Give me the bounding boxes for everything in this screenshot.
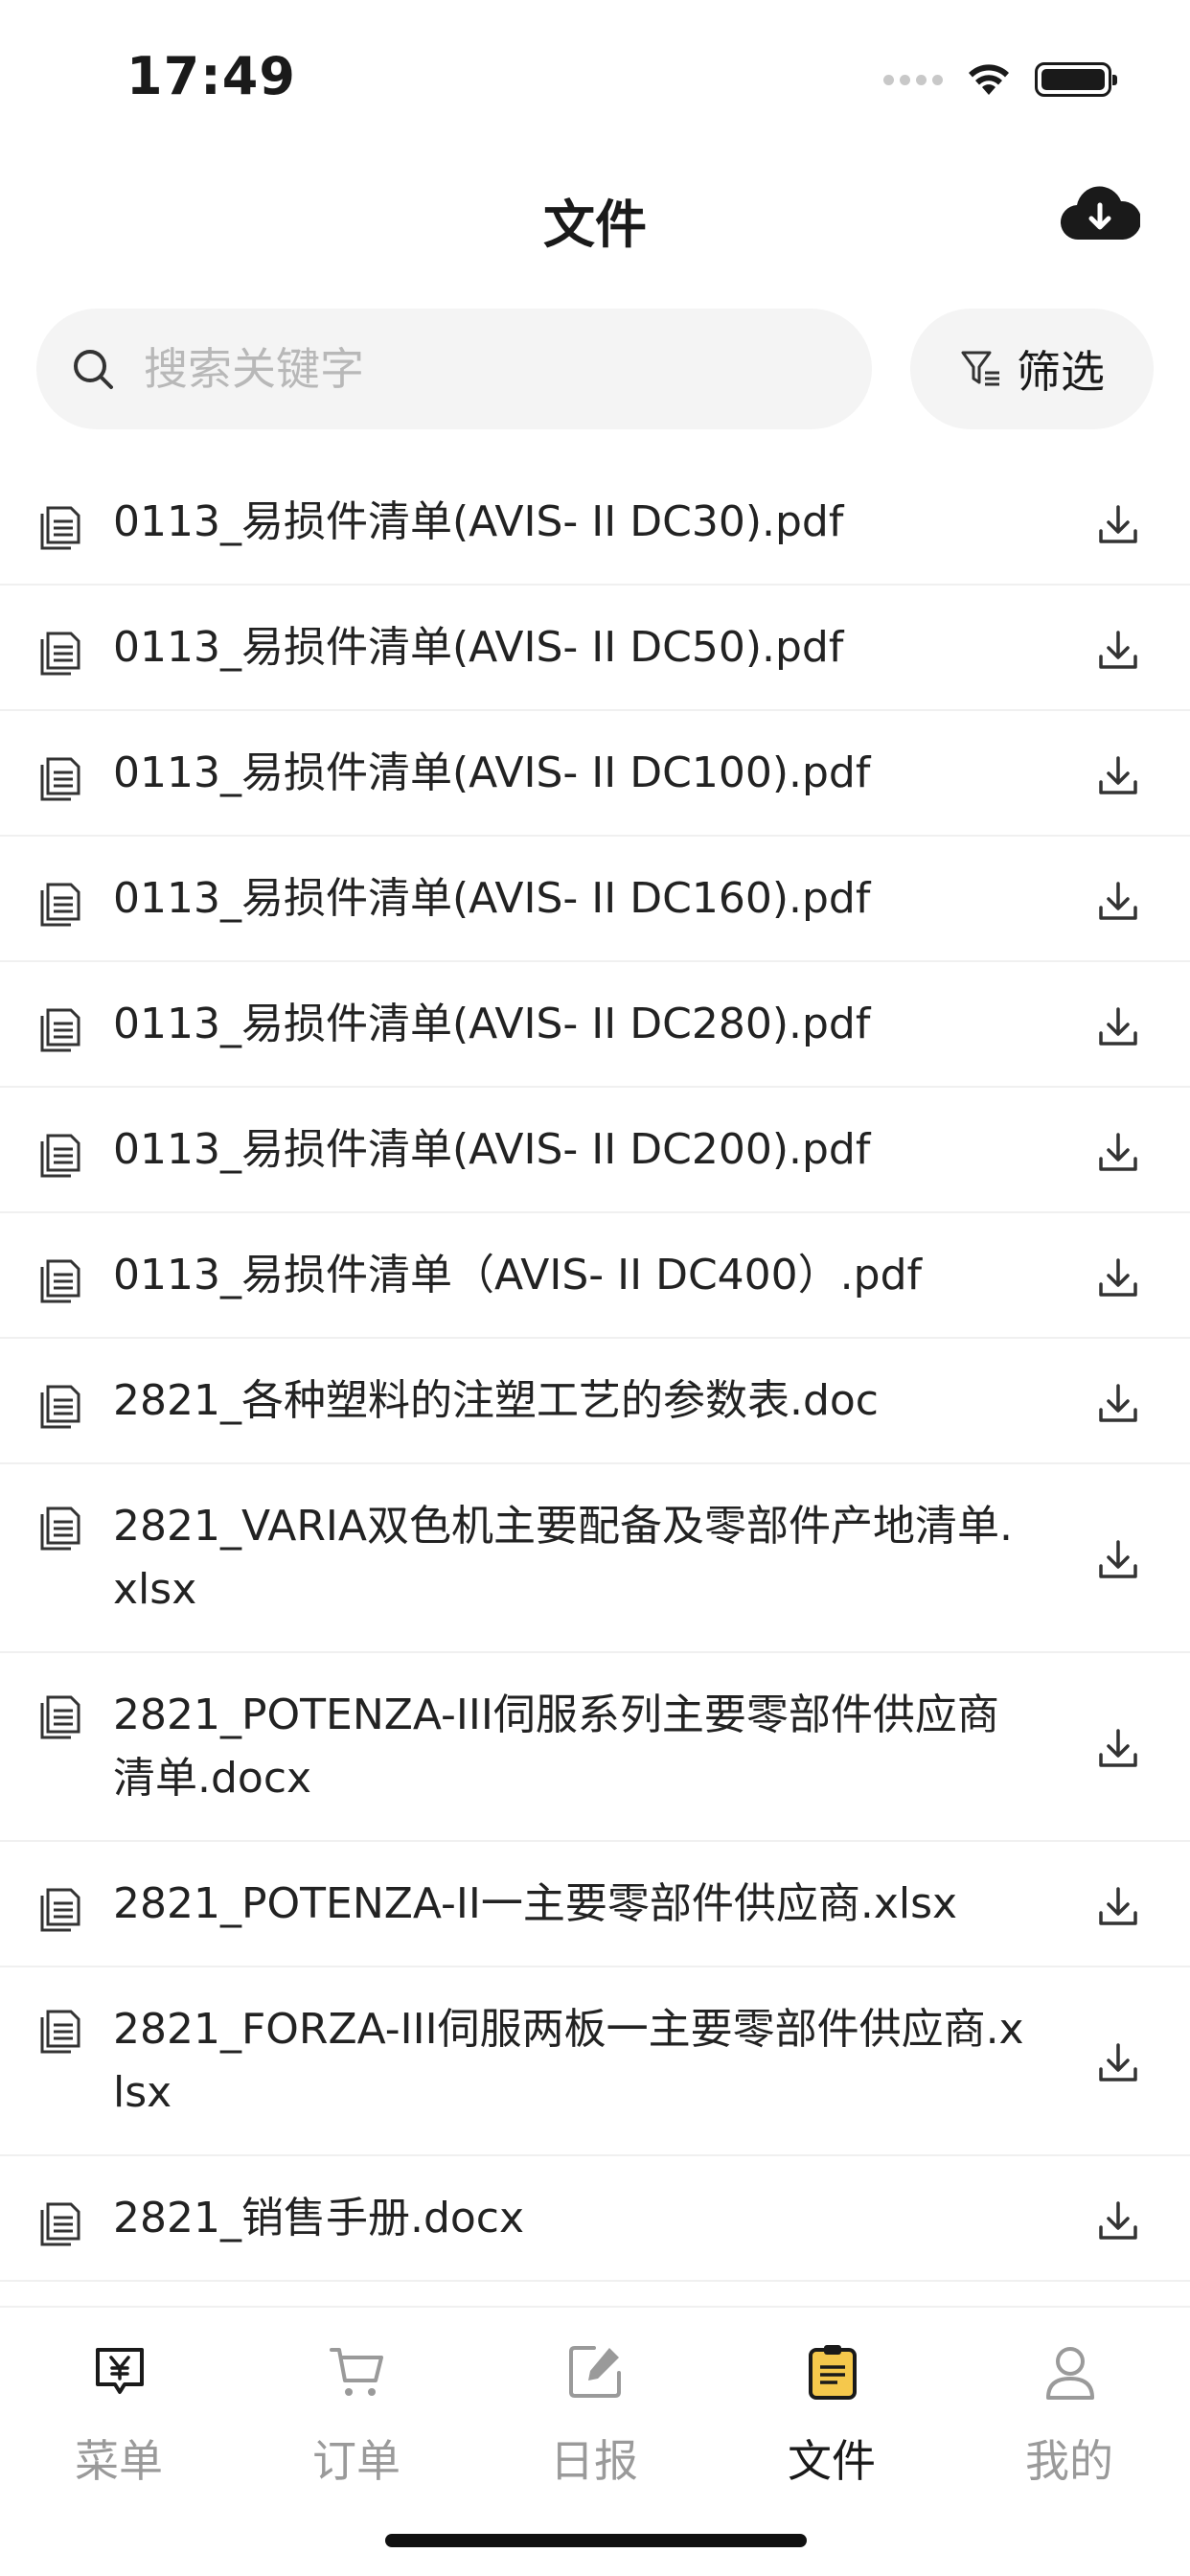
tab-menu[interactable]: 菜单: [0, 2327, 238, 2499]
download-icon[interactable]: [1096, 879, 1140, 923]
file-name: 2821_POTENZA-II一主要零部件供应商.xlsx: [113, 1879, 958, 1928]
document-icon: [40, 1888, 80, 1932]
app-screen: 17:49 文件 搜索关键字 筛选 0113_易损件清单(AVIS- II DC…: [0, 0, 1190, 2576]
file-row[interactable]: 0113_易损件清单(AVIS- II DC30).pdf: [0, 460, 1190, 586]
file-row[interactable]: 0113_易损件清单(AVIS- II DC200).pdf: [0, 1088, 1190, 1213]
search-icon: [74, 350, 113, 389]
file-name: 2821_FORZA-III伺服两板一主要零部件供应商.xlsx: [113, 2005, 1024, 2117]
file-list: 0113_易损件清单(AVIS- II DC30).pdf 0113_易损件清单…: [0, 460, 1190, 2282]
status-time: 17:49: [126, 46, 296, 106]
file-row[interactable]: 0113_易损件清单(AVIS- II DC280).pdf: [0, 962, 1190, 1088]
search-box[interactable]: [36, 309, 872, 429]
file-name: 0113_易损件清单(AVIS- II DC160).pdf: [113, 874, 871, 923]
document-icon: [40, 1385, 80, 1429]
file-name: 0113_易损件清单(AVIS- II DC50).pdf: [113, 623, 844, 672]
document-icon: [40, 632, 80, 676]
download-icon[interactable]: [1096, 1255, 1140, 1300]
filter-button[interactable]: 筛选: [910, 309, 1154, 429]
tab-mine[interactable]: 我的: [950, 2327, 1188, 2499]
search-row: 筛选: [36, 309, 1154, 429]
document-icon: [40, 1134, 80, 1178]
download-icon[interactable]: [1096, 753, 1140, 797]
tab-files[interactable]: 文件: [713, 2327, 950, 2499]
download-icon[interactable]: [1096, 1004, 1140, 1048]
status-bar: 17:49: [0, 0, 1190, 144]
download-icon[interactable]: [1096, 628, 1140, 672]
cellular-signal-icon: [883, 74, 943, 85]
edit-report-icon: [569, 2346, 621, 2398]
cart-icon: [330, 2348, 383, 2396]
document-icon: [40, 1506, 80, 1551]
filter-icon: [961, 351, 999, 386]
tab-label: 日报: [550, 2435, 638, 2487]
file-row[interactable]: 2821_FORZA-III伺服两板一主要零部件供应商.xlsx: [0, 1967, 1190, 2156]
tab-daily-report[interactable]: 日报: [475, 2327, 713, 2499]
home-indicator[interactable]: [385, 2534, 807, 2547]
file-name: 2821_销售手册.docx: [113, 2194, 525, 2242]
document-icon: [40, 1695, 80, 1739]
download-icon[interactable]: [1096, 1884, 1140, 1928]
file-name: 0113_易损件清单(AVIS- II DC200).pdf: [113, 1125, 871, 1174]
file-name: 0113_易损件清单(AVIS- II DC30).pdf: [113, 497, 844, 546]
file-row[interactable]: 0113_易损件清单（AVIS- II DC400）.pdf: [0, 1213, 1190, 1339]
document-icon: [40, 2202, 80, 2246]
tab-label: 订单: [312, 2435, 400, 2487]
download-icon[interactable]: [1096, 1381, 1140, 1425]
document-icon: [40, 883, 80, 927]
download-icon[interactable]: [1096, 2198, 1140, 2242]
tab-label: 我的: [1025, 2435, 1113, 2487]
tab-label: 菜单: [75, 2435, 163, 2487]
person-icon: [1046, 2347, 1094, 2400]
download-icon[interactable]: [1096, 502, 1140, 546]
file-name: 2821_各种塑料的注塑工艺的参数表.doc: [113, 1376, 880, 1425]
file-row[interactable]: 2821_销售手册.docx: [0, 2156, 1190, 2282]
file-row[interactable]: 2821_POTENZA-III伺服系列主要零部件供应商清单.docx: [0, 1653, 1190, 1842]
file-icon: [809, 2345, 857, 2400]
document-icon: [40, 1008, 80, 1052]
file-name: 2821_VARIA双色机主要配备及零部件产地清单.xlsx: [113, 1502, 1013, 1614]
nav-bar: 文件: [0, 153, 1190, 268]
page-title: 文件: [543, 195, 647, 255]
file-name: 0113_易损件清单(AVIS- II DC280).pdf: [113, 1000, 871, 1048]
wifi-icon: [969, 64, 1009, 95]
tab-orders[interactable]: 订单: [238, 2327, 475, 2499]
file-row[interactable]: 2821_POTENZA-II一主要零部件供应商.xlsx: [0, 1842, 1190, 1967]
document-icon: [40, 2010, 80, 2054]
document-icon: [40, 757, 80, 801]
file-row[interactable]: 2821_VARIA双色机主要配备及零部件产地清单.xlsx: [0, 1464, 1190, 1653]
download-icon[interactable]: [1096, 1130, 1140, 1174]
download-icon[interactable]: [1096, 1537, 1140, 1581]
status-indicators: [883, 56, 1117, 104]
file-row[interactable]: 0113_易损件清单(AVIS- II DC50).pdf: [0, 586, 1190, 711]
file-name: 0113_易损件清单(AVIS- II DC100).pdf: [113, 748, 871, 797]
file-name: 0113_易损件清单（AVIS- II DC400）.pdf: [113, 1251, 922, 1300]
filter-label: 筛选: [1017, 346, 1105, 398]
file-row[interactable]: 0113_易损件清单(AVIS- II DC100).pdf: [0, 711, 1190, 837]
document-icon: [40, 506, 80, 550]
download-icon[interactable]: [1096, 2040, 1140, 2084]
file-name: 2821_POTENZA-III伺服系列主要零部件供应商清单.docx: [113, 1690, 999, 1803]
search-input[interactable]: [144, 330, 834, 408]
document-icon: [40, 1259, 80, 1303]
tab-label: 文件: [788, 2435, 876, 2487]
file-row[interactable]: 2821_各种塑料的注塑工艺的参数表.doc: [0, 1339, 1190, 1464]
file-row[interactable]: 0113_易损件清单(AVIS- II DC160).pdf: [0, 837, 1190, 962]
menu-yen-icon: [96, 2348, 144, 2394]
battery-icon: [1035, 62, 1117, 97]
cloud-download-icon[interactable]: [1060, 182, 1140, 245]
download-icon[interactable]: [1096, 1726, 1140, 1770]
